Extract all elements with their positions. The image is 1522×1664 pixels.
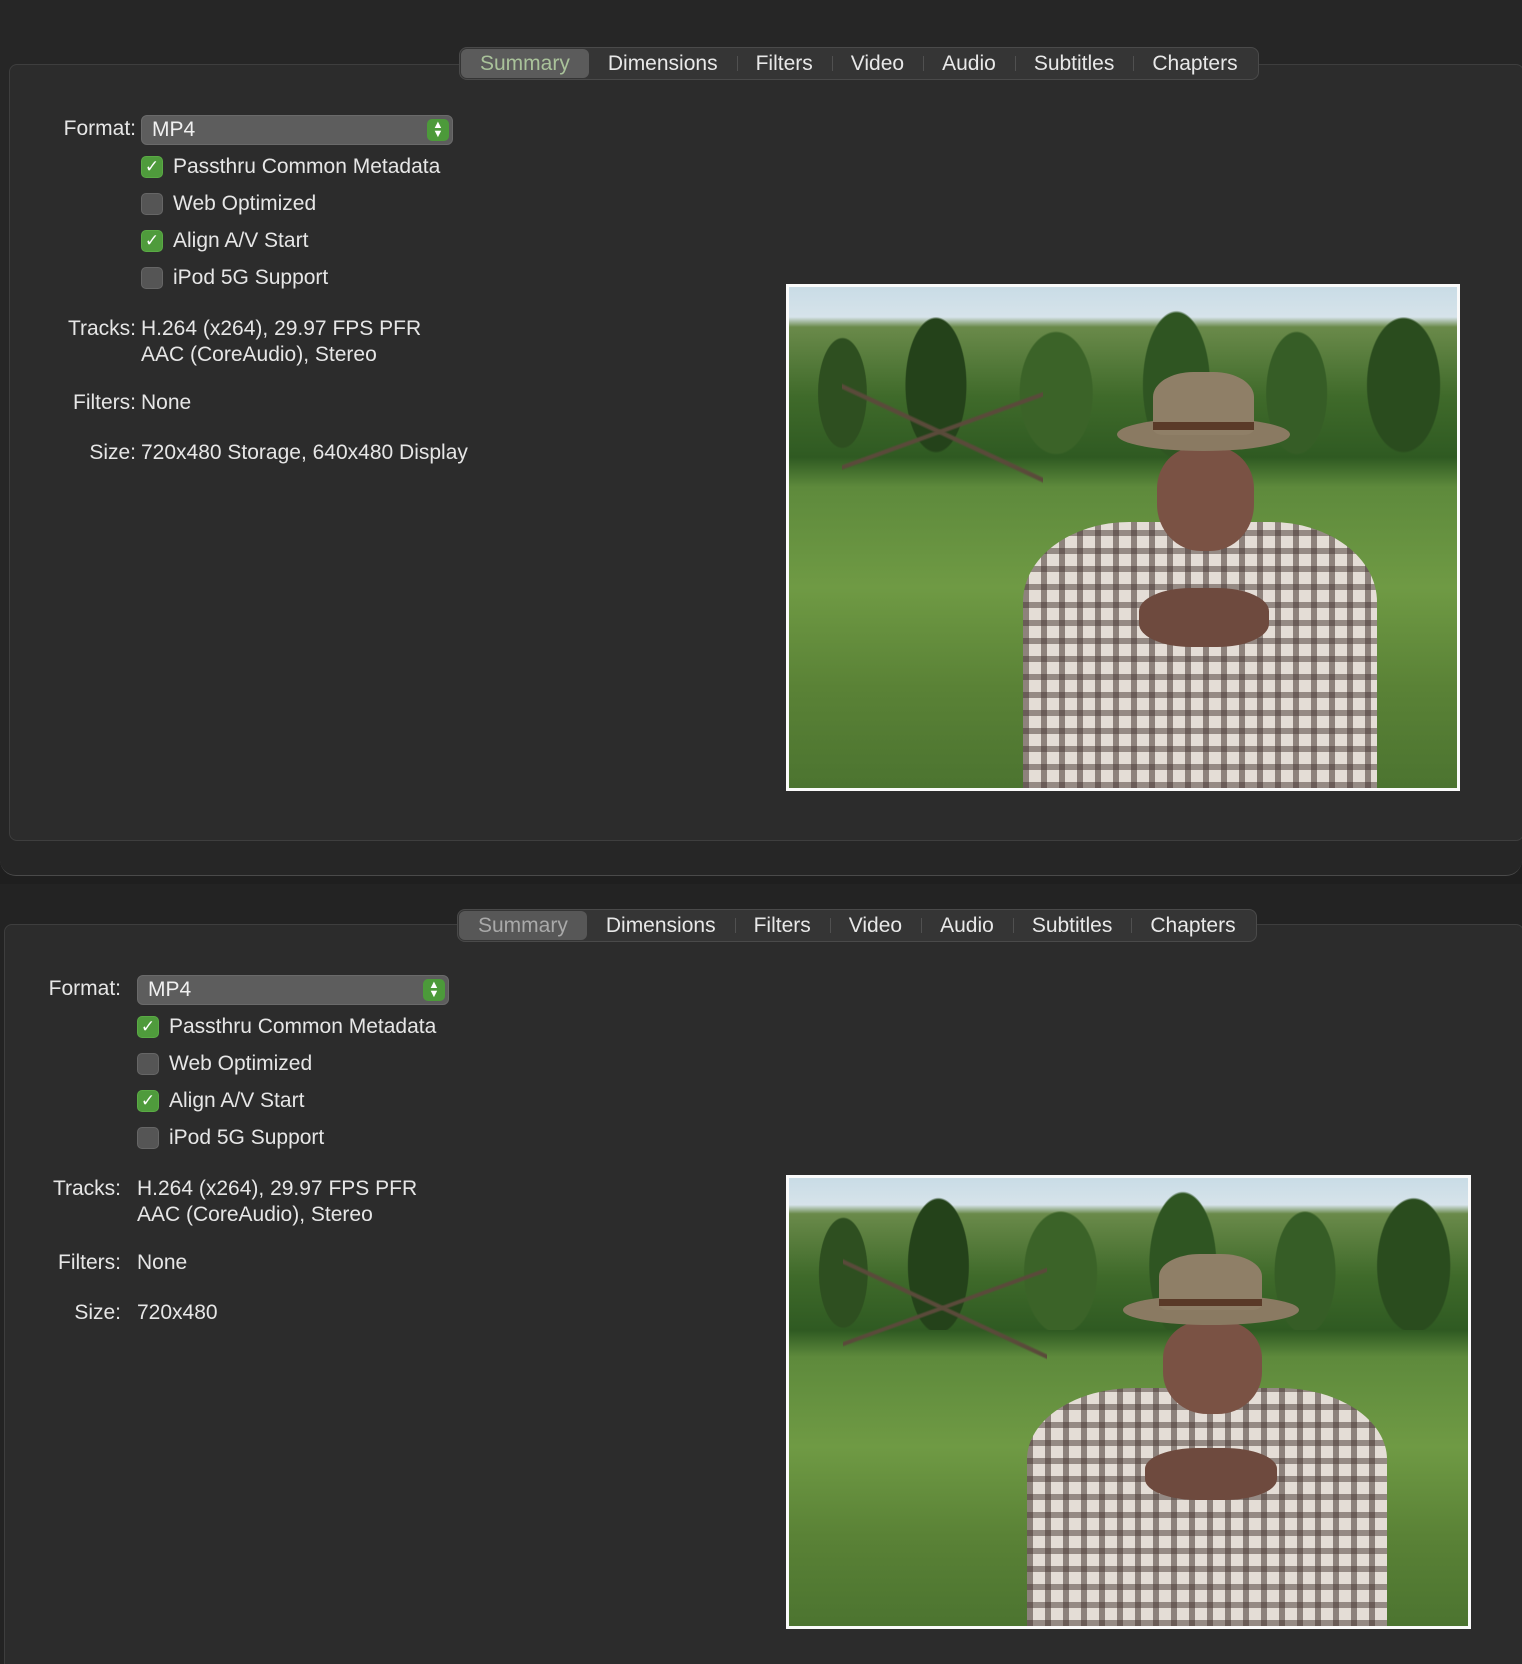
summary-pane: Format: MP4 ▲ ▼ ✓ Passthru Common Metadat…: [9, 64, 1522, 841]
tab-chapters[interactable]: Chapters: [1133, 49, 1256, 78]
checkbox-unchecked-icon[interactable]: [137, 1053, 159, 1075]
option-align-av-start[interactable]: ✓ Align A/V Start: [141, 227, 308, 255]
tracks-label: Tracks:: [67, 317, 136, 340]
chevron-up-down-icon: ▲ ▼: [427, 119, 449, 141]
format-label: Format:: [63, 117, 136, 140]
checkbox-unchecked-icon[interactable]: [141, 193, 163, 215]
tab-bar: Summary Dimensions Filters Video Audio S…: [457, 909, 1257, 942]
size-value: 720x480 Storage, 640x480 Display: [141, 441, 468, 464]
checkbox-checked-icon[interactable]: ✓: [141, 156, 163, 178]
filters-label: Filters:: [58, 1251, 121, 1274]
preview-image: [786, 284, 1460, 791]
option-align-av-start[interactable]: ✓ Align A/V Start: [137, 1087, 304, 1115]
tab-filters[interactable]: Filters: [736, 49, 832, 78]
size-label: Size:: [74, 1301, 121, 1324]
format-popup[interactable]: MP4 ▲ ▼: [137, 975, 449, 1005]
checkbox-unchecked-icon[interactable]: [137, 1127, 159, 1149]
preview-image: [786, 1175, 1471, 1629]
tab-summary[interactable]: Summary: [459, 911, 587, 940]
option-web-optimized[interactable]: Web Optimized: [141, 190, 316, 218]
size-value: 720x480: [137, 1301, 218, 1324]
option-label: Passthru Common Metadata: [173, 155, 441, 178]
option-label: Web Optimized: [173, 192, 317, 215]
tab-filters[interactable]: Filters: [734, 911, 830, 940]
checkbox-unchecked-icon[interactable]: [141, 267, 163, 289]
option-passthru-metadata[interactable]: ✓ Passthru Common Metadata: [141, 153, 440, 181]
format-popup[interactable]: MP4 ▲ ▼: [141, 115, 453, 145]
tracks-label: Tracks:: [52, 1177, 121, 1200]
format-label: Format:: [48, 977, 121, 1000]
tab-summary[interactable]: Summary: [461, 49, 589, 78]
summary-window-top: Summary Dimensions Filters Video Audio S…: [0, 0, 1522, 876]
tab-subtitles[interactable]: Subtitles: [1012, 911, 1132, 940]
checkbox-checked-icon[interactable]: ✓: [137, 1090, 159, 1112]
tracks-line-1: H.264 (x264), 29.97 FPS PFR: [141, 317, 422, 340]
format-value: MP4: [148, 978, 192, 1001]
tracks-line-2: AAC (CoreAudio), Stereo: [141, 343, 377, 366]
tab-dimensions[interactable]: Dimensions: [589, 49, 737, 78]
tab-video[interactable]: Video: [829, 911, 921, 940]
format-value: MP4: [152, 118, 196, 141]
tab-subtitles[interactable]: Subtitles: [1014, 49, 1134, 78]
tab-bar: Summary Dimensions Filters Video Audio S…: [459, 47, 1259, 80]
tracks-line-2: AAC (CoreAudio), Stereo: [137, 1203, 373, 1226]
option-label: iPod 5G Support: [169, 1126, 325, 1149]
summary-window-bottom: Summary Dimensions Filters Video Audio S…: [0, 884, 1522, 1664]
checkbox-checked-icon[interactable]: ✓: [141, 230, 163, 252]
filters-label: Filters:: [73, 391, 136, 414]
tab-video[interactable]: Video: [831, 49, 923, 78]
chevron-up-down-icon: ▲ ▼: [423, 979, 445, 1001]
size-label: Size:: [89, 441, 136, 464]
option-web-optimized[interactable]: Web Optimized: [137, 1050, 312, 1078]
tab-audio[interactable]: Audio: [923, 49, 1015, 78]
option-label: iPod 5G Support: [173, 266, 329, 289]
tab-chapters[interactable]: Chapters: [1131, 911, 1254, 940]
tab-dimensions[interactable]: Dimensions: [587, 911, 735, 940]
tab-audio[interactable]: Audio: [921, 911, 1013, 940]
option-ipod-5g[interactable]: iPod 5G Support: [137, 1124, 324, 1152]
option-label: Align A/V Start: [173, 229, 309, 252]
summary-pane: Format: MP4 ▲ ▼ ✓ Passthru Common Metadat…: [4, 924, 1522, 1664]
checkbox-checked-icon[interactable]: ✓: [137, 1016, 159, 1038]
tracks-line-1: H.264 (x264), 29.97 FPS PFR: [137, 1177, 418, 1200]
filters-value: None: [137, 1251, 188, 1274]
option-passthru-metadata[interactable]: ✓ Passthru Common Metadata: [137, 1013, 436, 1041]
option-label: Web Optimized: [169, 1052, 313, 1075]
option-label: Align A/V Start: [169, 1089, 305, 1112]
option-label: Passthru Common Metadata: [169, 1015, 437, 1038]
filters-value: None: [141, 391, 192, 414]
option-ipod-5g[interactable]: iPod 5G Support: [141, 264, 328, 292]
